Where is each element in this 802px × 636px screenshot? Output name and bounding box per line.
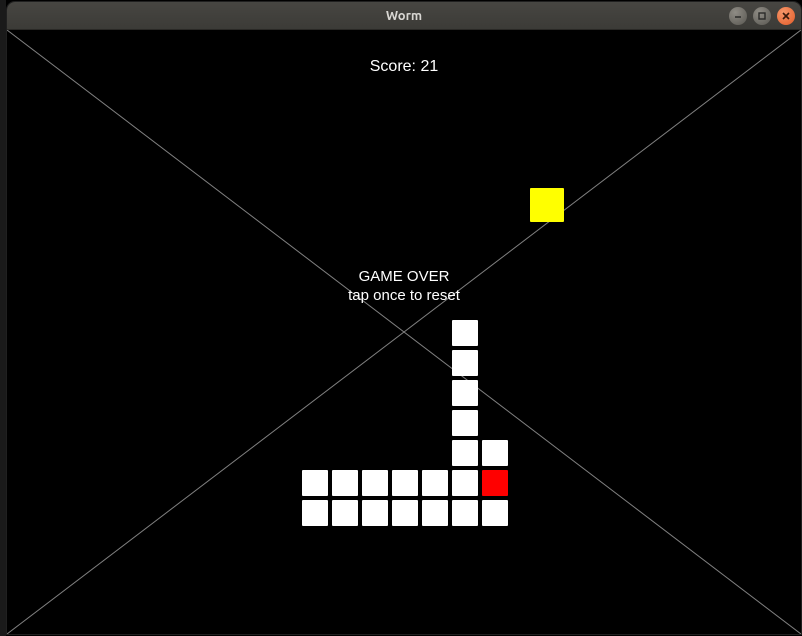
worm-head	[482, 470, 508, 496]
worm-segment	[422, 470, 448, 496]
worm-segment	[332, 470, 358, 496]
food-block	[530, 188, 564, 222]
window-controls	[729, 7, 795, 25]
worm-segment	[452, 350, 478, 376]
desktop: Worm	[0, 0, 802, 636]
worm-segment	[302, 470, 328, 496]
worm-segment	[332, 500, 358, 526]
worm-segment	[452, 470, 478, 496]
window-title: Worm	[7, 9, 801, 23]
worm-segment	[392, 500, 418, 526]
score-label: Score: 21	[370, 58, 438, 76]
worm-segment	[302, 500, 328, 526]
worm-segment	[422, 500, 448, 526]
worm-segment	[482, 500, 508, 526]
worm-segment	[452, 380, 478, 406]
close-button[interactable]	[777, 7, 795, 25]
app-window: Worm	[7, 2, 801, 634]
gameover-line-1: GAME OVER	[348, 268, 460, 287]
close-icon	[781, 11, 791, 21]
worm-segment	[452, 440, 478, 466]
gameover-message: GAME OVER tap once to reset	[348, 268, 460, 306]
diagonal-cross-decoration	[7, 30, 801, 634]
worm-segment	[362, 500, 388, 526]
minimize-button[interactable]	[729, 7, 747, 25]
worm-segment	[482, 440, 508, 466]
game-canvas[interactable]: Score: 21 GAME OVER tap once to reset	[7, 30, 801, 634]
titlebar[interactable]: Worm	[7, 2, 801, 30]
worm-segment	[392, 470, 418, 496]
worm-segment	[362, 470, 388, 496]
maximize-icon	[757, 11, 767, 21]
worm-segment	[452, 320, 478, 346]
worm-segment	[452, 410, 478, 436]
desktop-left-edge	[0, 0, 6, 636]
maximize-button[interactable]	[753, 7, 771, 25]
minimize-icon	[733, 11, 743, 21]
worm-segment	[452, 500, 478, 526]
gameover-line-2: tap once to reset	[348, 287, 460, 306]
